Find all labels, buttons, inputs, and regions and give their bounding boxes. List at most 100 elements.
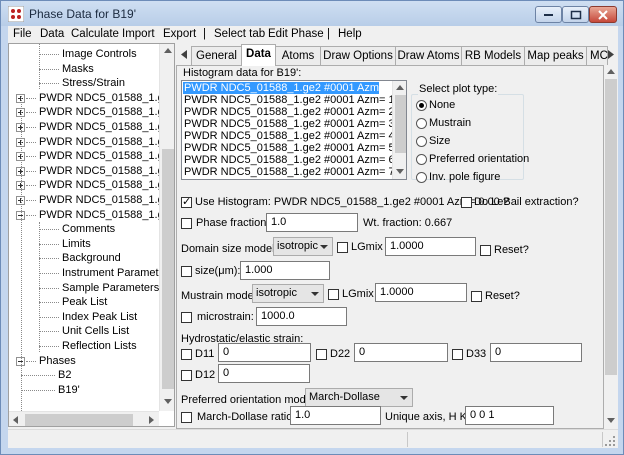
title-bar[interactable]: Phase Data for B19': [1, 1, 623, 26]
tree-item[interactable]: Index Peak List: [9, 310, 159, 325]
tree-item[interactable]: PWDR NDC5_01588_1.ge2: [9, 91, 174, 106]
pref-orient-model-select[interactable]: March-Dollase: [305, 388, 413, 407]
scroll-up-icon[interactable]: [396, 85, 404, 90]
d22-input[interactable]: 0: [354, 343, 448, 362]
mustrain-model-select[interactable]: isotropic: [252, 284, 324, 303]
tree-item[interactable]: PWDR NDC5_01588_1.ge2: [9, 120, 174, 135]
tree-item[interactable]: Peak List: [9, 295, 159, 310]
mustrain-lgmix-input[interactable]: 1.0000: [375, 283, 467, 302]
histogram-list-item[interactable]: PWDR NDC5_01588_1.ge2 #0001 Azm= 20.00: [183, 106, 406, 118]
domain-reset-checkbox[interactable]: [480, 245, 491, 256]
histogram-list[interactable]: PWDR NDC5_01588_1.ge2 #0001 Azm= 0.00 PWD…: [181, 80, 407, 180]
histogram-list-item[interactable]: PWDR NDC5_01588_1.ge2 #0001 Azm= 70.00: [183, 166, 406, 178]
domain-lgmix-checkbox[interactable]: [337, 242, 348, 253]
menu-export[interactable]: Export: [163, 28, 196, 40]
march-dollase-input[interactable]: 1.0: [290, 406, 381, 425]
tree-item[interactable]: PWDR NDC5_01588_1.ge2: [9, 193, 174, 208]
tab-atoms[interactable]: Atoms: [275, 46, 321, 65]
tree-item[interactable]: Background: [9, 251, 159, 266]
tree-item[interactable]: Masks: [9, 62, 159, 77]
d33-input[interactable]: 0: [490, 343, 582, 362]
data-page-scroll-thumb[interactable]: [605, 79, 617, 375]
tab-draw-options[interactable]: Draw Options: [320, 46, 396, 65]
tab-general[interactable]: General: [191, 46, 242, 65]
menu-help[interactable]: Help: [338, 28, 362, 40]
tree-item[interactable]: PWDR NDC5_01588_1.ge2: [9, 135, 174, 150]
radio-size[interactable]: [416, 136, 427, 147]
tree-scroll-thumb[interactable]: [162, 149, 174, 389]
menu-select-tab[interactable]: Select tab: [214, 28, 265, 40]
data-tree[interactable]: Image Controls Masks Stress/Strain PWDR NDC…: [8, 43, 175, 427]
tree-item[interactable]: B2: [9, 368, 159, 383]
tree-item[interactable]: Unit Cells List: [9, 324, 159, 339]
maximize-button[interactable]: [562, 6, 589, 23]
tab-map-peaks[interactable]: Map peaks: [524, 46, 587, 65]
tab-draw-atoms[interactable]: Draw Atoms: [395, 46, 462, 65]
d11-checkbox[interactable]: [181, 349, 192, 360]
tab-data[interactable]: Data: [241, 44, 276, 66]
tree-item[interactable]: PWDR NDC5_01588_1.ge2: [9, 149, 174, 164]
tree-item[interactable]: Comments: [9, 222, 159, 237]
tree-hscroll-thumb[interactable]: [25, 414, 133, 426]
tab-rb-models[interactable]: RB Models: [461, 46, 525, 65]
data-page-scrollbar[interactable]: [604, 65, 618, 429]
menu-data[interactable]: Data: [40, 28, 64, 40]
histogram-list-item[interactable]: PWDR NDC5_01588_1.ge2 #0001 Azm= 0.00: [183, 82, 406, 94]
microstrain-checkbox[interactable]: [181, 312, 192, 323]
march-dollase-checkbox[interactable]: [181, 412, 192, 423]
radio-mustrain[interactable]: [416, 118, 427, 129]
scroll-right-icon[interactable]: [149, 416, 154, 424]
mustrain-lgmix-checkbox[interactable]: [328, 289, 339, 300]
minimize-button[interactable]: [535, 6, 562, 23]
size-input[interactable]: 1.000: [240, 261, 330, 280]
tree-item[interactable]: Instrument Parameters: [9, 266, 174, 281]
scroll-down-icon[interactable]: [164, 399, 172, 404]
phase-fraction-input[interactable]: 1.0: [266, 213, 358, 232]
use-histogram-checkbox[interactable]: [181, 195, 192, 208]
tree-item[interactable]: PWDR NDC5_01588_1.ge2: [9, 208, 174, 223]
menu-file[interactable]: File: [13, 28, 32, 40]
close-button[interactable]: [589, 6, 617, 23]
d12-checkbox[interactable]: [181, 370, 192, 381]
d12-input[interactable]: 0: [218, 364, 310, 383]
phase-fraction-checkbox[interactable]: [181, 218, 192, 229]
tree-item[interactable]: Sample Parameters: [9, 281, 159, 296]
microstrain-input[interactable]: 1000.0: [256, 307, 347, 326]
tree-item[interactable]: Limits: [9, 237, 159, 252]
tree-item[interactable]: PWDR NDC5_01588_1.ge2: [9, 105, 174, 120]
tab-scroll-right-icon[interactable]: [608, 50, 614, 59]
size-checkbox[interactable]: [181, 266, 192, 277]
histogram-list-item[interactable]: PWDR NDC5_01588_1.ge2 #0001 Azm= 40.00: [183, 130, 406, 142]
tree-horizontal-scrollbar[interactable]: [9, 411, 159, 426]
scroll-down-icon[interactable]: [396, 169, 404, 174]
histogram-scroll-thumb[interactable]: [395, 95, 406, 153]
menu-calculate[interactable]: Calculate: [71, 28, 119, 40]
d11-input[interactable]: 0: [218, 343, 311, 362]
scroll-up-icon[interactable]: [607, 69, 615, 74]
tree-item[interactable]: PWDR NDC5_01588_1.ge2: [9, 178, 174, 193]
scroll-left-icon[interactable]: [13, 416, 18, 424]
mustrain-reset-checkbox[interactable]: [471, 291, 482, 302]
tree-item[interactable]: B19': [9, 383, 159, 398]
histogram-list-item[interactable]: PWDR NDC5_01588_1.ge2 #0001 Azm= 50.00: [183, 142, 406, 154]
tree-item[interactable]: Phases: [9, 354, 159, 369]
tree-vertical-scrollbar[interactable]: [159, 44, 174, 411]
tree-item[interactable]: Image Controls: [9, 47, 159, 62]
histogram-list-item[interactable]: PWDR NDC5_01588_1.ge2 #0001 Azm= 60.00: [183, 154, 406, 166]
histogram-list-scrollbar[interactable]: [392, 81, 406, 179]
radio-none[interactable]: [416, 100, 427, 111]
histogram-list-item[interactable]: PWDR NDC5_01588_1.ge2 #0001 Azm= 30.00: [183, 118, 406, 130]
d22-checkbox[interactable]: [316, 349, 327, 360]
menu-edit-phase[interactable]: Edit Phase: [268, 28, 324, 40]
tab-mc[interactable]: MC: [586, 46, 608, 65]
radio-preferred-orientation[interactable]: [416, 154, 427, 165]
tree-item[interactable]: Reflection Lists: [9, 339, 159, 354]
menu-import[interactable]: Import: [122, 28, 155, 40]
tab-scroll-left-icon[interactable]: [181, 50, 187, 59]
tree-item[interactable]: Stress/Strain: [9, 76, 159, 91]
domain-lgmix-input[interactable]: 1.0000: [385, 237, 476, 256]
lebail-checkbox[interactable]: [461, 197, 472, 208]
resize-grip-icon[interactable]: [604, 435, 616, 447]
tree-item[interactable]: PWDR NDC5_01588_1.ge2: [9, 164, 174, 179]
unique-axis-input[interactable]: 0 0 1: [465, 406, 554, 425]
